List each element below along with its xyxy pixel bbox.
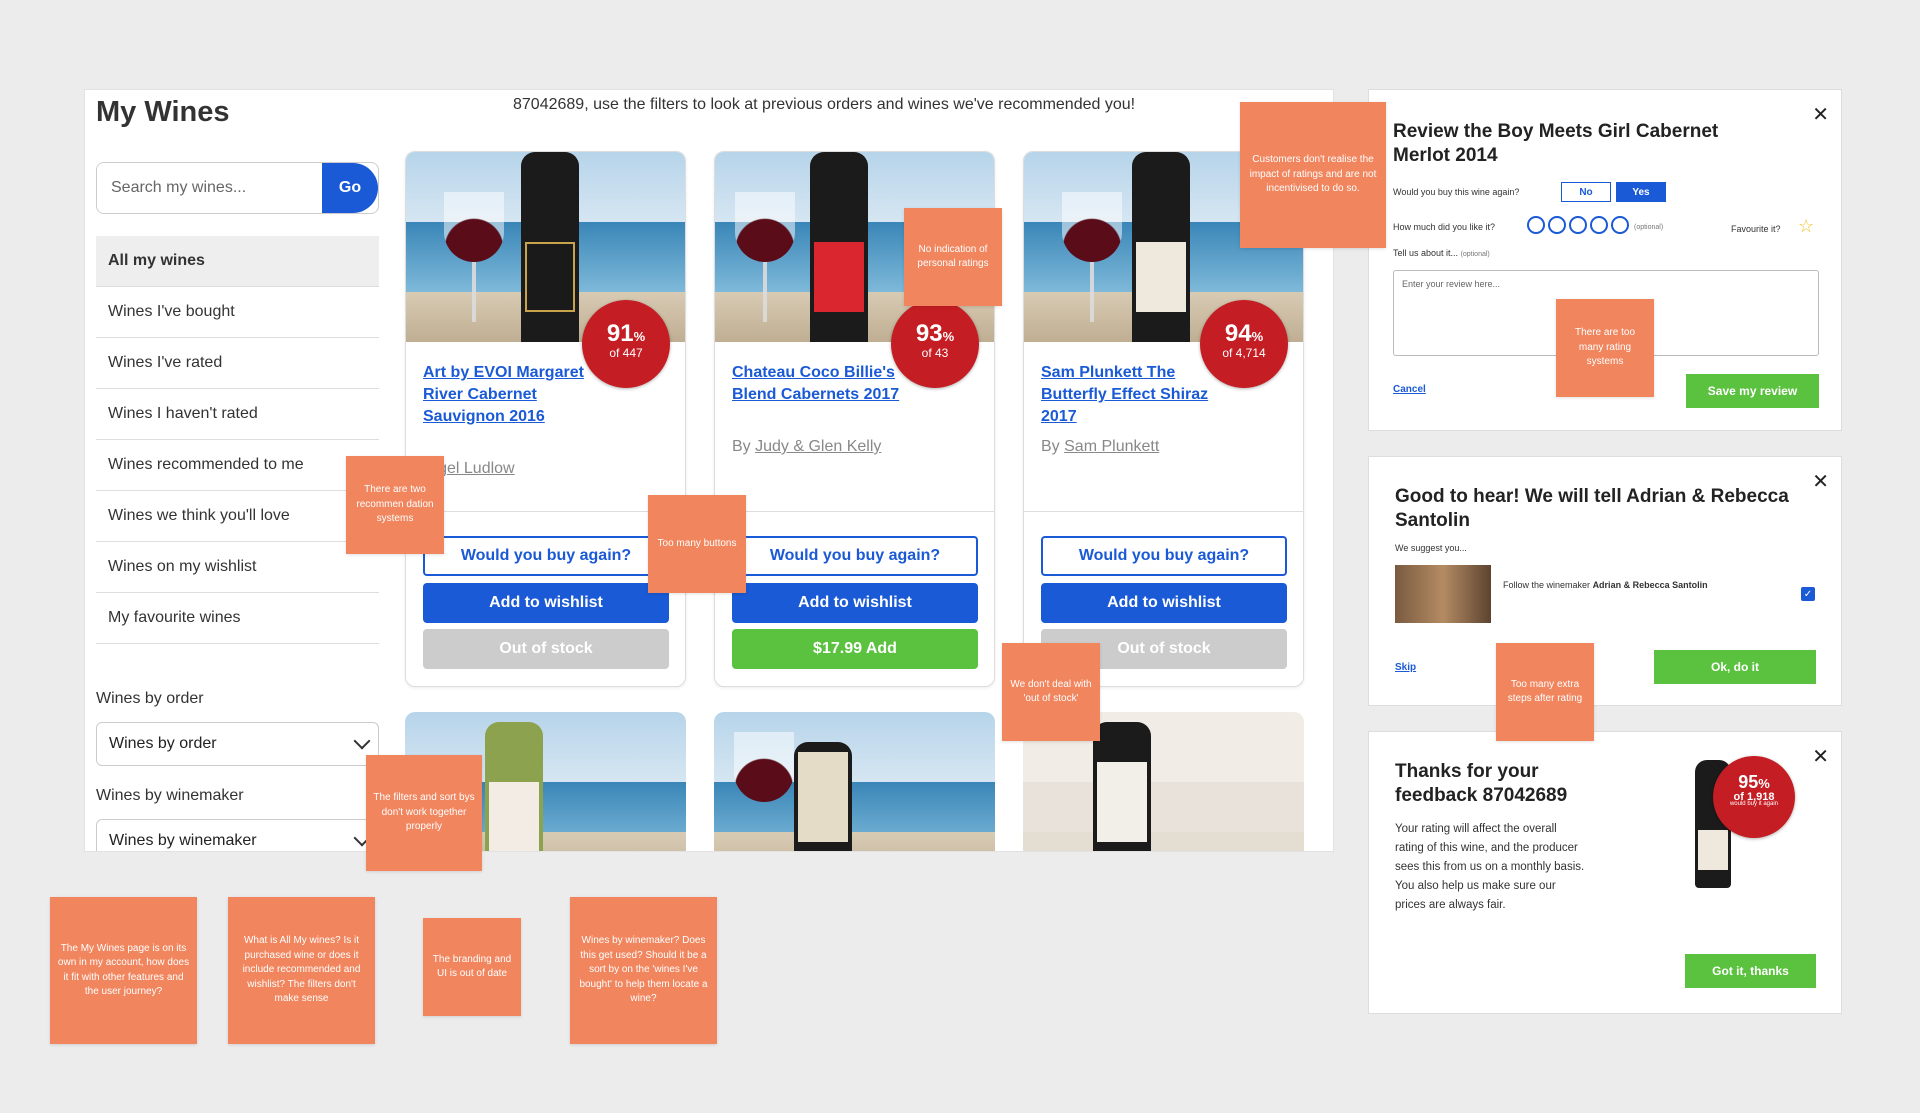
sticky-note: Too many buttons [648,495,746,593]
buy-again-button[interactable]: Would you buy again? [423,536,669,576]
follow-checkbox[interactable]: ✓ [1801,587,1815,601]
sticky-note: The branding and UI is out of date [423,918,521,1016]
search-bar: Go [96,162,379,214]
wine-name-link[interactable]: Chateau Coco Billie's Blend Cabernets 20… [732,362,932,406]
yes-button[interactable]: Yes [1616,182,1666,202]
winemaker-link[interactable]: By Judy & Glen Kelly [732,438,881,456]
sticky-note: Wines by winemaker? Does this get used? … [570,897,717,1044]
rating-badge: 95% of 1,918 would buy it again [1713,756,1795,838]
search-input[interactable] [97,163,322,213]
wine-name-link[interactable]: Art by EVOI Margaret River Cabernet Sauv… [423,362,623,428]
close-icon[interactable]: ✕ [1812,102,1829,127]
buy-again-question: Would you buy this wine again? [1393,187,1520,197]
sidebar-item-favourites[interactable]: My favourite wines [96,593,379,644]
sidebar-item-recommended[interactable]: Wines recommended to me [96,440,379,491]
sticky-note: There are two recommen dation systems [346,456,444,554]
sidebar-item-all[interactable]: All my wines [96,236,379,287]
wine-card-partial [714,712,995,851]
my-wines-panel: My Wines 87042689, use the filters to lo… [84,89,1334,852]
close-icon[interactable]: ✕ [1812,744,1829,769]
tell-label: Tell us about it... (optional) [1393,248,1490,258]
thanks-body: Your rating will affect the overall rati… [1395,823,1585,911]
skip-link[interactable]: Skip [1395,662,1416,673]
suggest-label: We suggest you... [1395,543,1467,553]
ok-do-it-button[interactable]: Ok, do it [1654,650,1816,684]
heart-icon[interactable] [1590,216,1608,234]
add-to-wishlist-button[interactable]: Add to wishlist [732,583,978,623]
page-title: My Wines [96,96,230,128]
follow-title: Good to hear! We will tell Adrian & Rebe… [1395,486,1789,531]
welcome-message: 87042689, use the filters to look at pre… [513,96,1136,113]
heart-icon[interactable] [1611,216,1629,234]
add-to-cart-button[interactable]: $17.99 Add [732,629,978,669]
sidebar-item-rated[interactable]: Wines I've rated [96,338,379,389]
sidebar-item-bought[interactable]: Wines I've bought [96,287,379,338]
winemaker-filter-select[interactable]: Wines by winemaker [96,819,379,851]
follow-text: Follow the winemaker Adrian & Rebecca Sa… [1503,580,1708,590]
sidebar: All my wines Wines I've bought Wines I'v… [96,236,379,644]
sticky-note: We don't deal with 'out of stock' [1002,643,1100,741]
favourite-label: Favourite it? [1731,224,1781,234]
got-it-button[interactable]: Got it, thanks [1685,954,1816,988]
go-button[interactable]: Go [322,163,378,213]
heart-icon[interactable] [1527,216,1545,234]
like-question: How much did you like it? [1393,222,1496,232]
sticky-note: The My Wines page is on its own in my ac… [50,897,197,1044]
order-filter-select[interactable]: Wines by order [96,722,379,766]
winemaker-filter-label: Wines by winemaker [96,787,244,804]
heart-rating[interactable] [1527,216,1632,239]
order-filter-value: Wines by order [109,735,217,752]
sidebar-item-love[interactable]: Wines we think you'll love [96,491,379,542]
buy-again-button[interactable]: Would you buy again? [1041,536,1287,576]
wine-card: 91% of 447 Art by EVOI Margaret River Ca… [405,151,686,687]
sticky-note: Too many extra steps after rating [1496,643,1594,741]
thanks-title: Thanks for your feedback 87042689 [1395,761,1568,806]
winemaker-filter-value: Wines by winemaker [109,832,257,849]
chevron-down-icon [353,732,371,750]
sticky-note: Customers don't realise the impact of ra… [1240,102,1386,248]
heart-icon[interactable] [1569,216,1587,234]
sticky-note: There are too many rating systems [1556,299,1654,397]
sticky-note: No indication of personal ratings [904,208,1002,306]
out-of-stock-button[interactable]: Out of stock [423,629,669,669]
save-review-button[interactable]: Save my review [1686,374,1819,408]
no-button[interactable]: No [1561,182,1611,202]
follow-panel: ✕ Good to hear! We will tell Adrian & Re… [1368,456,1842,706]
buy-again-button[interactable]: Would you buy again? [732,536,978,576]
star-icon[interactable]: ☆ [1798,216,1814,237]
order-filter-label: Wines by order [96,690,204,707]
sticky-note: The filters and sort bys don't work toge… [366,755,482,871]
sidebar-item-wishlist[interactable]: Wines on my wishlist [96,542,379,593]
sidebar-item-unrated[interactable]: Wines I haven't rated [96,389,379,440]
winemaker-photo [1395,565,1491,623]
thanks-panel: ✕ Thanks for your feedback 87042689 Your… [1368,731,1842,1014]
sticky-note: What is All My wines? Is it purchased wi… [228,897,375,1044]
winemaker-link[interactable]: By Sam Plunkett [1041,438,1159,456]
wine-name-link[interactable]: Sam Plunkett The Butterfly Effect Shiraz… [1041,362,1241,428]
cancel-link[interactable]: Cancel [1393,384,1426,395]
add-to-wishlist-button[interactable]: Add to wishlist [423,583,669,623]
heart-icon[interactable] [1548,216,1566,234]
review-title: Review the Boy Meets Girl Cabernet Merlo… [1393,121,1719,166]
optional-label: (optional) [1634,224,1664,231]
add-to-wishlist-button[interactable]: Add to wishlist [1041,583,1287,623]
